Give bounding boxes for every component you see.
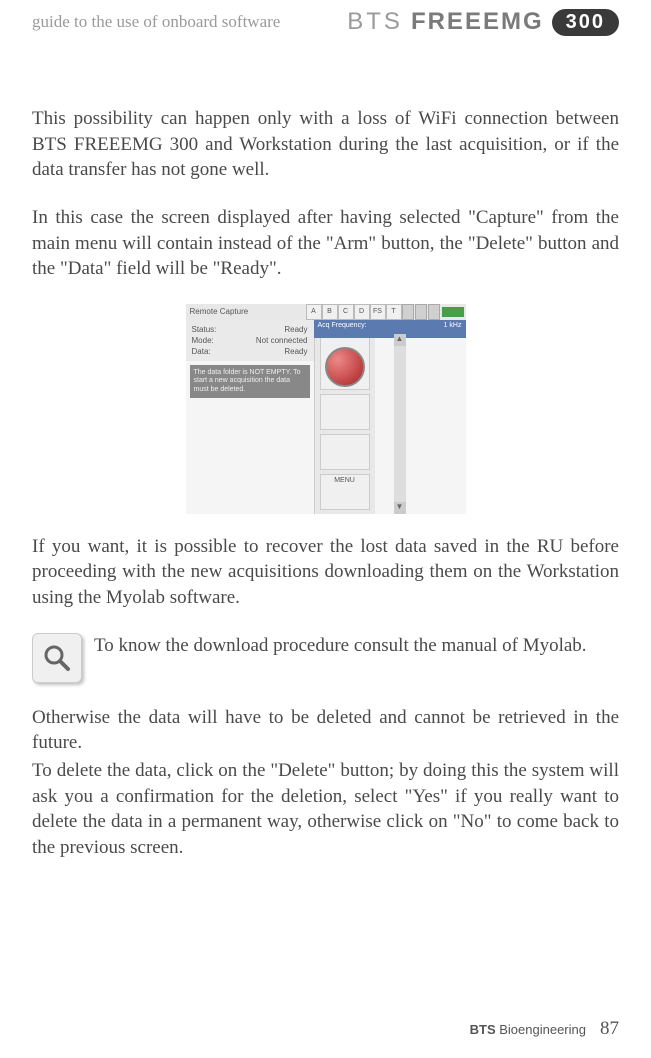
ss-battery-icon [442,307,464,317]
brand-block: BTS FREEEMG 300 [347,8,619,36]
ss-status-icon [402,304,414,320]
ss-status-label: Status: [192,325,217,334]
paragraph-1: This possibility can happen only with a … [32,106,619,183]
ss-tab: B [322,304,338,320]
ss-scroll-up-icon: ▲ [394,334,406,346]
ss-freq-value: 1 kHz [444,322,462,336]
ss-window-title: Remote Capture [186,307,306,316]
ss-freq-label: Acq Frequency: [318,322,367,336]
brand-bts: BTS [347,8,403,36]
ss-menu-button: MENU [320,474,370,510]
ss-scrollbar: ▲ ▼ [394,334,406,514]
ss-data-label: Data: [192,347,211,356]
ss-blank-button-2 [320,434,370,470]
ss-data-value: Ready [284,347,307,356]
ss-tab: A [306,304,322,320]
paragraph-5: To delete the data, click on the "Delete… [32,758,619,861]
page-footer: BTS Bioengineering 87 [470,1018,619,1040]
ss-status-table: Status: Ready Mode: Not connected Data: … [186,320,314,361]
page-header: guide to the use of onboard software BTS… [32,8,619,36]
ss-status-icon [415,304,427,320]
brand-freeemg: FREEEMG [411,8,544,36]
ss-mode-value: Not connected [256,336,308,345]
ss-tab: T [386,304,402,320]
ss-tab: C [338,304,354,320]
note-text: To know the download procedure consult t… [94,633,587,659]
footer-brand: BTS Bioengineering [470,1022,586,1037]
ss-freq-bar: Acq Frequency: 1 kHz [314,320,466,338]
paragraph-2: In this case the screen displayed after … [32,205,619,282]
magnifier-icon [32,633,82,683]
paragraph-3: If you want, it is possible to recover t… [32,534,619,611]
page-number: 87 [600,1018,619,1040]
ss-blank-button-1 [320,394,370,430]
guide-title: guide to the use of onboard software [32,12,280,32]
brand-badge-300: 300 [552,9,619,36]
ss-mode-label: Mode: [192,336,214,345]
ss-status-icon [428,304,440,320]
ss-tab: D [354,304,370,320]
embedded-screenshot: Remote Capture A B C D FS T Acq Frequenc [32,304,619,514]
ss-status-value: Ready [284,325,307,334]
ss-warning-message: The data folder is NOT EMPTY. To start a… [190,365,310,398]
ss-tab: FS [370,304,386,320]
note-callout: To know the download procedure consult t… [32,633,619,683]
paragraph-4: Otherwise the data will have to be delet… [32,705,619,756]
ss-scroll-down-icon: ▼ [394,502,406,514]
ss-delete-red-icon [325,347,365,387]
